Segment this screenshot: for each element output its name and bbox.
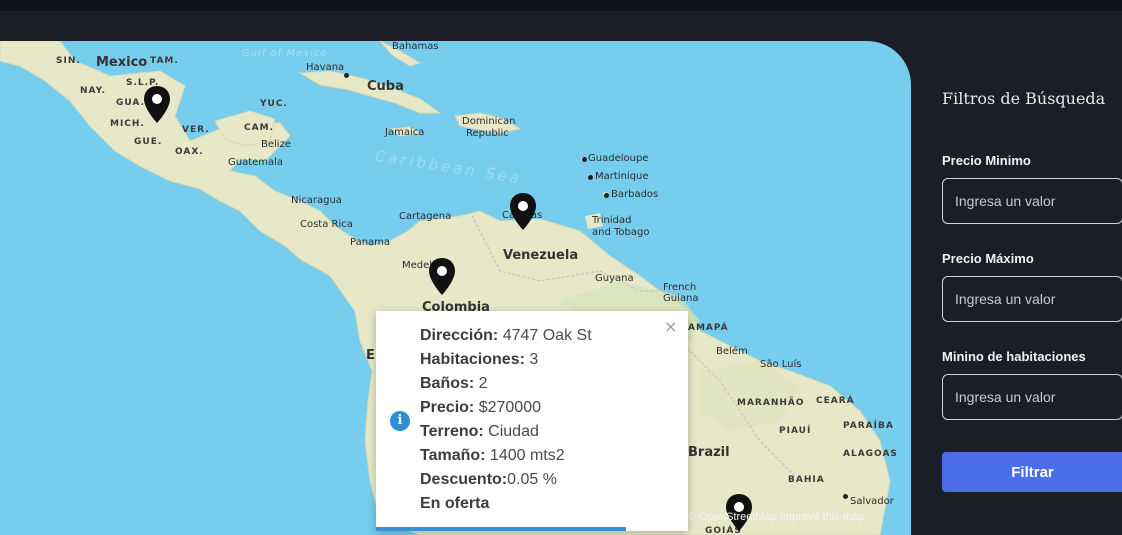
label-french-1: French [663, 282, 697, 293]
label-guyana: Guyana [595, 273, 634, 284]
detail-label: Precio: [420, 399, 475, 416]
max-price-label: Precio Máximo [942, 251, 1034, 266]
detail-value: 1400 mts2 [485, 447, 565, 464]
city-dot [588, 175, 593, 180]
label-ecuador: E [366, 348, 375, 363]
label-sao-luis: São Luís [760, 359, 802, 370]
label-brazil: Brazil [688, 445, 730, 460]
detail-tamano: Tamaño: 1400 mts2 [420, 446, 592, 470]
map-pin-icon[interactable] [142, 85, 172, 125]
min-rooms-label: Minino de habitaciones [942, 349, 1086, 364]
max-price-input[interactable] [942, 276, 1122, 322]
filter-button[interactable]: Filtrar [942, 452, 1122, 492]
detail-value: 3 [524, 351, 539, 368]
close-icon[interactable]: × [664, 317, 677, 336]
label-havana: Havana [306, 62, 345, 73]
detail-value: 2 [474, 375, 488, 392]
map-pin-icon[interactable] [427, 257, 457, 297]
min-price-label: Precio Minimo [942, 153, 1031, 168]
label-yuc: YUC. [260, 99, 288, 109]
label-nay: NAY. [80, 86, 107, 96]
label-alagoas: ALAGOAS [843, 449, 898, 459]
detail-terreno: Terreno: Ciudad [420, 422, 592, 446]
label-nicaragua: Nicaragua [291, 195, 342, 206]
label-maranhao: MARANHÃO [737, 398, 805, 408]
property-popup: × i Dirección: 4747 Oak St Habitaciones:… [376, 311, 688, 531]
detail-precio: Precio: $270000 [420, 398, 592, 422]
label-cam: CAM. [244, 123, 274, 133]
label-french-2: Guiana [663, 293, 699, 304]
label-jamaica: Jamaica [385, 127, 425, 138]
label-ceara: CEARÁ [816, 396, 855, 406]
detail-value: $270000 [474, 399, 541, 416]
detail-label: Habitaciones: [420, 351, 525, 368]
label-salvador: Salvador [850, 496, 894, 507]
detail-oferta: En oferta [420, 494, 592, 518]
top-bar [0, 0, 1122, 11]
detail-label: Terreno: [420, 423, 484, 440]
detail-banos: Baños: 2 [420, 374, 592, 398]
label-mexico: Mexico [96, 55, 148, 70]
property-details: Dirección: 4747 Oak St Habitaciones: 3 B… [420, 326, 592, 518]
label-dominican: Dominican [462, 116, 516, 127]
detail-descuento: Descuento:0.05 % [420, 470, 592, 494]
label-trinidad-1: Trinidad [592, 215, 632, 226]
label-costa-rica: Costa Rica [300, 219, 353, 230]
detail-label: Tamaño: [420, 447, 486, 464]
detail-label: Baños: [420, 375, 475, 392]
label-cartagena: Cartagena [399, 211, 452, 222]
city-dot [604, 193, 609, 198]
label-gua: GUA. [116, 98, 145, 108]
info-icon: i [390, 411, 410, 431]
detail-label: Dirección: [420, 327, 499, 344]
detail-habitaciones: Habitaciones: 3 [420, 350, 592, 374]
detail-direccion: Dirección: 4747 Oak St [420, 326, 592, 350]
detail-value: 0.05 % [507, 471, 557, 488]
map-attribution[interactable]: © OpenStreetMap Improve this map [688, 511, 864, 523]
detail-label: Descuento: [420, 471, 508, 488]
label-oax: OAX. [175, 147, 204, 157]
label-guatemala: Guatemala [228, 157, 284, 168]
label-gue: GUE. [134, 137, 163, 147]
detail-value: Ciudad [483, 423, 539, 440]
min-price-input[interactable] [942, 178, 1122, 224]
label-venezuela: Venezuela [503, 248, 579, 263]
label-mich: MICH. [110, 119, 145, 129]
label-bahamas: Bahamas [392, 41, 439, 52]
label-bahia: BAHIA [788, 475, 825, 485]
map-pin-icon[interactable] [508, 192, 538, 232]
detail-label: En oferta [420, 495, 490, 512]
label-panama: Panama [350, 237, 391, 248]
label-belem: Belém [716, 346, 748, 357]
min-rooms-input[interactable] [942, 374, 1122, 420]
label-ver: VER. [182, 125, 210, 135]
label-trinidad-2: and Tobago [592, 227, 650, 238]
popup-progress-bar [376, 527, 626, 531]
label-guadeloupe: Guadeloupe [588, 153, 649, 164]
city-dot [582, 157, 587, 162]
label-piaui: PIAUÍ [779, 426, 812, 436]
filters-title: Filtros de Búsqueda [942, 89, 1106, 108]
label-tam: TAM. [150, 56, 179, 66]
detail-value: 4747 Oak St [498, 327, 592, 344]
city-dot [843, 494, 848, 499]
label-gulf: Gulf of Mexico [242, 48, 328, 59]
label-barbados: Barbados [611, 189, 659, 200]
label-amapa: AMAPÁ [688, 323, 729, 333]
city-dot [344, 73, 349, 78]
label-cuba: Cuba [367, 79, 404, 94]
label-paraiba: PARAÍBA [843, 421, 894, 431]
label-martinique: Martinique [595, 171, 649, 182]
label-republic: Republic [466, 128, 509, 139]
label-belize: Belize [261, 139, 291, 150]
label-sin: SIN. [56, 56, 81, 66]
